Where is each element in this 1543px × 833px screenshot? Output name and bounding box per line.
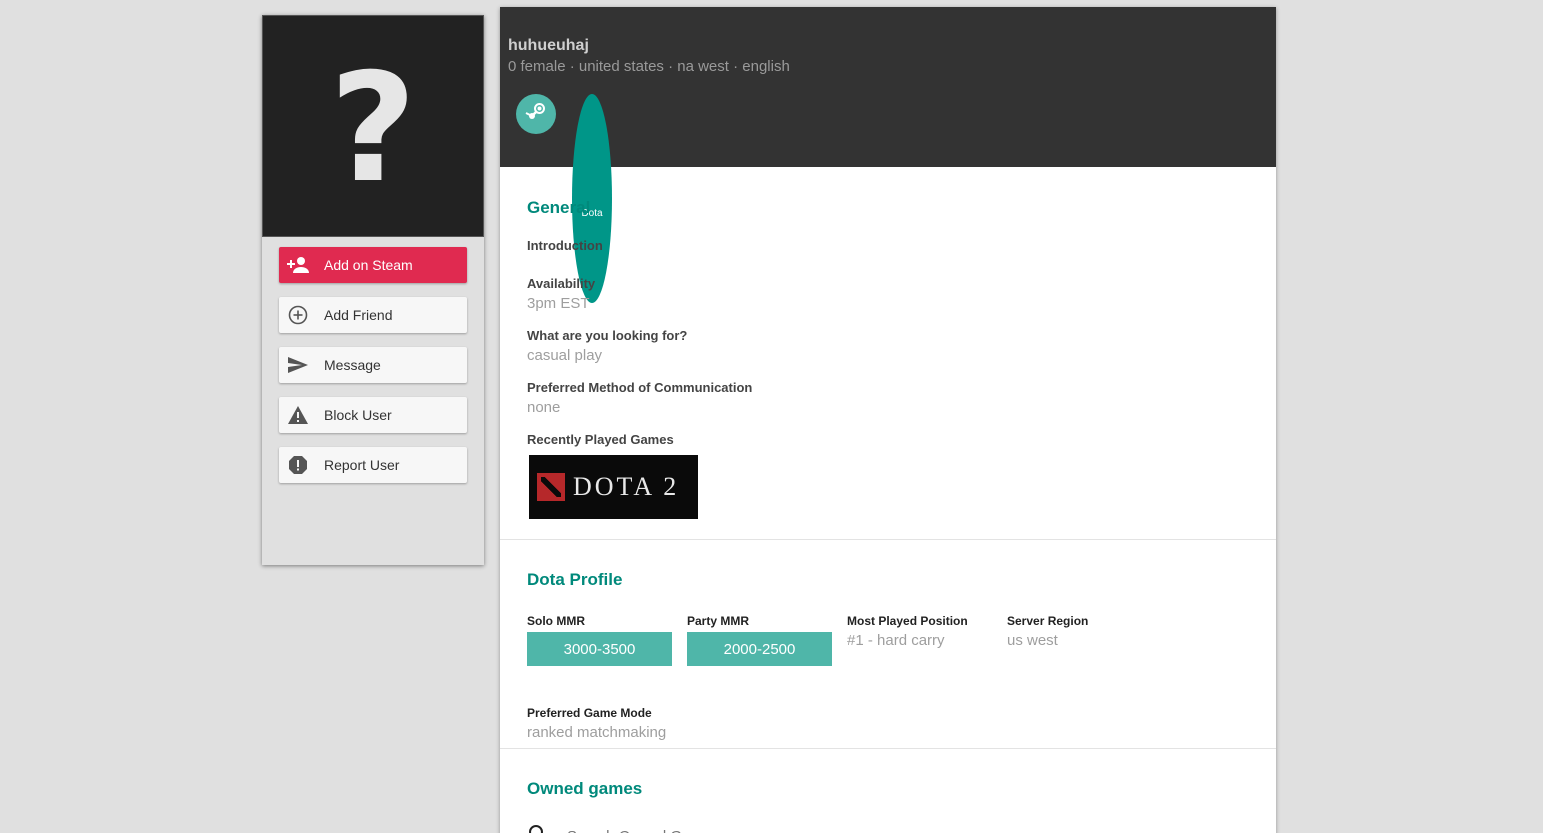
recent-games-label: Recently Played Games xyxy=(527,432,674,447)
party-mmr-label: Party MMR xyxy=(687,614,750,628)
game-mode-label: Preferred Game Mode xyxy=(527,706,652,720)
owned-games-search xyxy=(527,823,1249,833)
region-value: us west xyxy=(1007,632,1058,649)
general-section: General Introduction Availability 3pm ES… xyxy=(500,167,1276,540)
add-friend-button[interactable]: Add Friend xyxy=(279,297,467,333)
party-mmr-value: 2000-2500 xyxy=(687,632,832,666)
looking-for-value: casual play xyxy=(527,347,603,364)
report-user-button[interactable]: Report User xyxy=(279,447,467,483)
profile-sidebar: ? Add on Steam Add Friend Message Block … xyxy=(262,15,484,565)
message-button[interactable]: Message xyxy=(279,347,467,383)
avatar: ? xyxy=(262,15,484,237)
dota-profile-title: Dota Profile xyxy=(527,570,623,589)
recent-game-name: DOTA 2 xyxy=(573,472,680,501)
dota-logo-icon xyxy=(537,473,565,501)
server-region: Server Region us west xyxy=(1007,614,1167,666)
message-label: Message xyxy=(324,357,381,373)
profile-meta: 0 female · united states · na west · eng… xyxy=(508,58,790,75)
steam-icon xyxy=(524,100,548,129)
preferred-game-mode: Preferred Game Mode ranked matchmaking xyxy=(527,706,1249,741)
plus-circle-icon xyxy=(280,297,316,333)
looking-for-label: What are you looking for? xyxy=(527,328,688,343)
position-value: #1 - hard carry xyxy=(847,632,945,649)
block-user-label: Block User xyxy=(324,407,392,423)
owned-games-section: Owned games xyxy=(500,749,1276,833)
send-icon xyxy=(280,347,316,383)
search-icon xyxy=(527,823,549,833)
region-label: Server Region xyxy=(1007,614,1089,628)
general-title: General xyxy=(527,198,591,217)
availability-label: Availability xyxy=(527,276,596,291)
report-user-label: Report User xyxy=(324,457,400,473)
introduction-label: Introduction xyxy=(527,238,603,253)
profile-header: huhueuhaj 0 female · united states · na … xyxy=(500,7,1276,303)
steam-badge[interactable] xyxy=(516,94,556,134)
warning-icon xyxy=(280,397,316,433)
game-mode-value: ranked matchmaking xyxy=(527,724,667,741)
solo-mmr-label: Solo MMR xyxy=(527,614,585,628)
party-mmr: Party MMR 2000-2500 xyxy=(687,614,847,666)
most-played-position: Most Played Position #1 - hard carry xyxy=(847,614,1007,666)
username: huhueuhaj xyxy=(508,37,589,54)
report-icon xyxy=(280,447,316,483)
person-add-icon xyxy=(280,247,316,283)
solo-mmr: Solo MMR 3000-3500 xyxy=(527,614,687,666)
owned-games-title: Owned games xyxy=(527,779,643,798)
add-friend-label: Add Friend xyxy=(324,307,393,323)
communication-label: Preferred Method of Communication xyxy=(527,380,753,395)
block-user-button[interactable]: Block User xyxy=(279,397,467,433)
add-on-steam-label: Add on Steam xyxy=(324,257,413,273)
solo-mmr-value: 3000-3500 xyxy=(527,632,672,666)
communication-value: none xyxy=(527,399,561,416)
action-list: Add on Steam Add Friend Message Block Us… xyxy=(262,237,484,483)
profile-main: huhueuhaj 0 female · united states · na … xyxy=(500,7,1276,833)
add-on-steam-button[interactable]: Add on Steam xyxy=(279,247,467,283)
dota-stats: Solo MMR 3000-3500 Party MMR 2000-2500 M… xyxy=(527,614,1249,666)
availability-value: 3pm EST xyxy=(527,295,590,312)
recent-game-dota2[interactable]: DOTA 2 xyxy=(529,455,698,519)
dota-profile-section: Dota Profile Solo MMR 3000-3500 Party MM… xyxy=(500,540,1276,749)
avatar-placeholder-icon: ? xyxy=(329,42,417,216)
position-label: Most Played Position xyxy=(847,614,968,628)
search-owned-games-input[interactable] xyxy=(567,828,867,833)
